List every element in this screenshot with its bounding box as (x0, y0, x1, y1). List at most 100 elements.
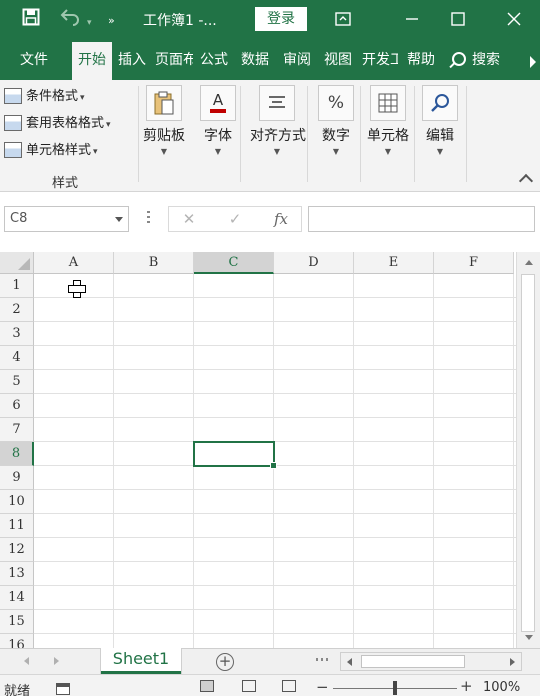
row-header[interactable]: 16 (0, 634, 34, 648)
scrollbar-thumb[interactable] (521, 274, 535, 632)
page-layout-view-icon[interactable] (242, 680, 256, 692)
formula-input[interactable] (308, 206, 535, 232)
status-text: 就绪 (4, 684, 31, 696)
page-break-view-icon[interactable] (282, 680, 296, 692)
editing-button[interactable]: 编辑 ▼ (416, 85, 464, 156)
row-header[interactable]: 1 (0, 274, 34, 298)
row-header[interactable]: 14 (0, 586, 34, 610)
column-header-b[interactable]: B (114, 252, 194, 274)
format-as-table-icon (4, 114, 22, 131)
scroll-right-icon[interactable] (510, 658, 515, 666)
number-button[interactable]: % 数字 ▼ (312, 85, 360, 156)
row-header[interactable]: 9 (0, 466, 34, 490)
vertical-scrollbar[interactable] (516, 252, 540, 648)
ribbon: 条件格式 ▾ 套用表格格式 ▾ 单元格样式 ▾ 样式 剪贴板 ▼ A 字体 ▼ 对齐方… (0, 80, 540, 192)
alignment-button[interactable]: 对齐方式 ▼ (250, 85, 306, 156)
format-as-table-button[interactable]: 套用表格格式 ▾ (4, 112, 111, 136)
row-header[interactable]: 2 (0, 298, 34, 322)
scrollbar-thumb[interactable] (361, 655, 465, 668)
zoom-slider-thumb[interactable] (393, 681, 397, 695)
search-label: 搜索 (472, 52, 500, 68)
cells-button[interactable]: 单元格 ▼ (364, 85, 412, 156)
row-header[interactable]: 6 (0, 394, 34, 418)
maximize-icon[interactable] (438, 0, 478, 38)
formula-bar-resize-handle[interactable] (147, 211, 150, 225)
column-header-e[interactable]: E (354, 252, 434, 274)
undo-dropdown-icon[interactable]: ▾ (87, 12, 92, 34)
row-header[interactable]: 12 (0, 538, 34, 562)
cell-styles-button[interactable]: 单元格样式 ▾ (4, 139, 98, 163)
column-header-f[interactable]: F (434, 252, 514, 274)
ribbon-display-options-icon[interactable] (323, 0, 363, 38)
scroll-left-icon[interactable] (347, 658, 352, 666)
tab-help[interactable]: 帮助 (403, 42, 439, 80)
tab-formulas[interactable]: 公式 (196, 42, 232, 80)
sheet-prev-icon[interactable] (24, 657, 29, 665)
tell-me-search[interactable]: 搜索 (452, 42, 500, 80)
ribbon-separator (138, 86, 139, 182)
zoom-out-button[interactable]: − (316, 678, 329, 696)
sheet-tab-sheet1[interactable]: Sheet1 (101, 648, 181, 674)
login-button[interactable]: 登录 (255, 7, 307, 31)
cells-icon (370, 85, 406, 121)
row-header[interactable]: 10 (0, 490, 34, 514)
scroll-down-icon[interactable] (525, 635, 533, 640)
tab-review[interactable]: 审阅 (279, 42, 315, 80)
tab-file[interactable]: 文件 (6, 42, 62, 80)
minimize-icon[interactable] (392, 0, 432, 38)
mouse-cursor-icon (68, 280, 86, 298)
close-icon[interactable] (494, 0, 534, 38)
sheet-tab-bar: Sheet1 + (0, 648, 540, 674)
add-sheet-button[interactable]: + (216, 653, 234, 671)
column-header-a[interactable]: A (34, 252, 114, 274)
row-header[interactable]: 11 (0, 514, 34, 538)
tab-data[interactable]: 数据 (237, 42, 273, 80)
editing-label: 编辑 (426, 128, 454, 144)
cells-label: 单元格 (367, 128, 409, 144)
column-header-d[interactable]: D (274, 252, 354, 274)
row-header[interactable]: 3 (0, 322, 34, 346)
percent-icon: % (318, 85, 354, 121)
cancel-icon[interactable]: ✕ (169, 207, 209, 231)
macro-record-icon[interactable] (56, 683, 70, 695)
customize-toolbar-icon[interactable]: » (108, 10, 115, 32)
zoom-level[interactable]: 100% (483, 680, 520, 695)
column-header-c[interactable]: C (194, 252, 274, 274)
save-icon[interactable] (22, 8, 40, 32)
normal-view-icon[interactable] (200, 680, 214, 692)
row-header[interactable]: 15 (0, 610, 34, 634)
row-header[interactable]: 7 (0, 418, 34, 442)
active-cell[interactable] (193, 441, 277, 469)
zoom-in-button[interactable]: + (460, 677, 473, 695)
format-as-table-label: 套用表格格式 (26, 116, 105, 131)
row-header[interactable]: 13 (0, 562, 34, 586)
tab-view[interactable]: 视图 (320, 42, 356, 80)
sheet-next-icon[interactable] (54, 657, 59, 665)
insert-function-button[interactable]: fx (261, 207, 301, 231)
tab-split-handle[interactable] (316, 658, 330, 661)
row-header-selected[interactable]: 8 (0, 442, 34, 466)
search-icon (452, 52, 466, 66)
tabs-scroll-right-icon[interactable] (530, 56, 536, 68)
search-icon (422, 85, 458, 121)
row-header[interactable]: 4 (0, 346, 34, 370)
conditional-formatting-button[interactable]: 条件格式 ▾ (4, 85, 85, 109)
scroll-up-icon[interactable] (525, 260, 533, 265)
chevron-down-icon: ▼ (384, 147, 392, 156)
chevron-down-icon: ▾ (93, 147, 98, 157)
tab-page-layout[interactable]: 页面布局 (155, 42, 193, 80)
tab-insert[interactable]: 插入 (114, 42, 150, 80)
select-all-button[interactable] (0, 252, 34, 274)
chevron-down-icon[interactable] (115, 217, 123, 222)
row-header[interactable]: 5 (0, 370, 34, 394)
check-icon[interactable]: ✓ (215, 207, 255, 231)
font-button[interactable]: A 字体 ▼ (194, 85, 242, 156)
clipboard-button[interactable]: 剪贴板 ▼ (140, 85, 188, 156)
tab-home[interactable]: 开始 (72, 42, 112, 80)
cell-area[interactable] (34, 274, 516, 648)
undo-icon[interactable] (59, 8, 81, 32)
conditional-formatting-label: 条件格式 (26, 89, 79, 104)
horizontal-scrollbar[interactable] (340, 652, 522, 671)
tab-developer[interactable]: 开发工具 (362, 42, 398, 80)
name-box[interactable]: C8 (4, 206, 129, 232)
